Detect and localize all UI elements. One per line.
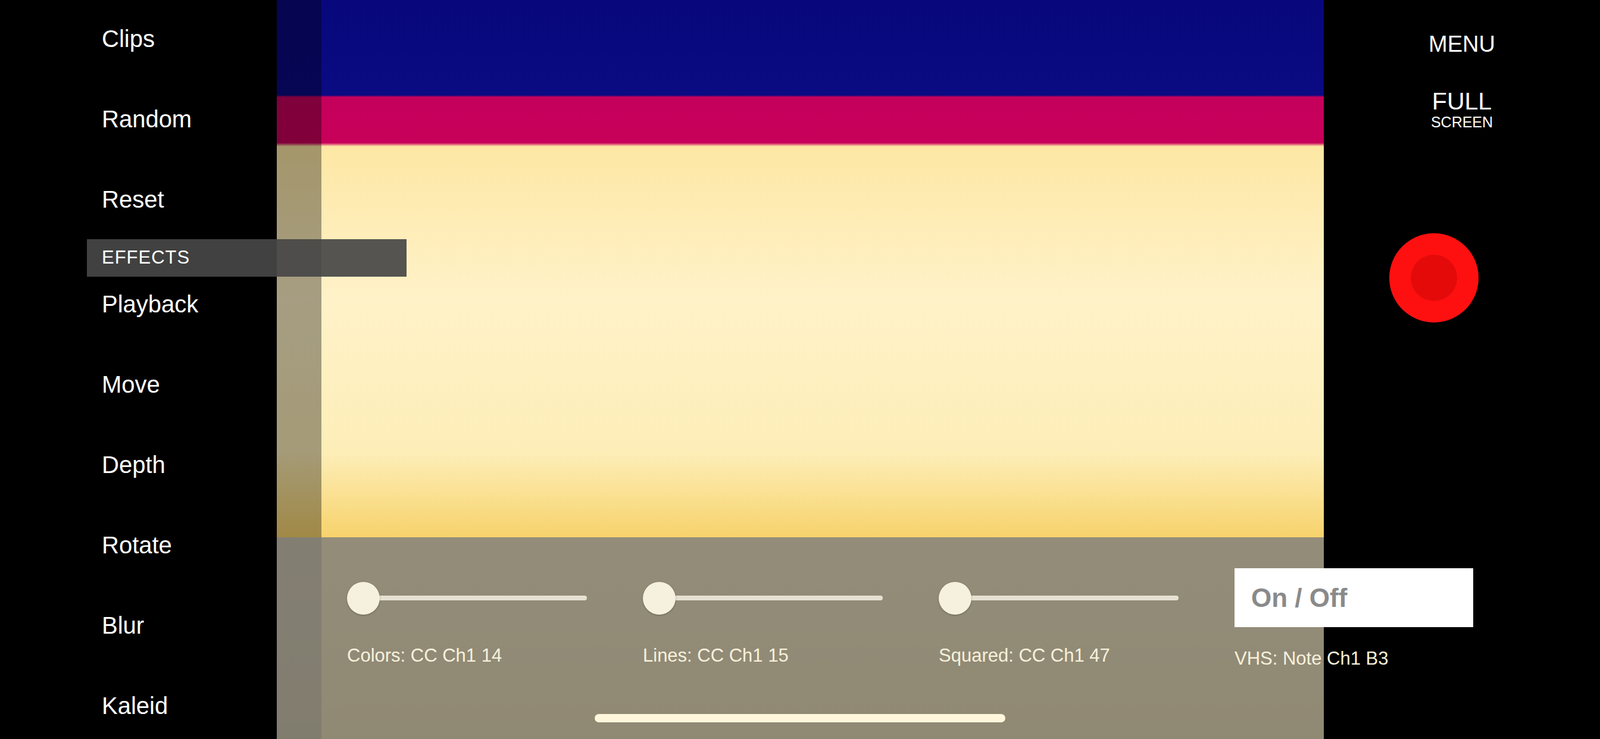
video-area: Colors: CC Ch1 14 Lines: CC Ch1 15 Squared…	[276, 0, 1324, 739]
menu-button[interactable]: MENU	[1323, 27, 1600, 62]
slider-label: Colors: CC Ch1 14	[347, 642, 587, 671]
toggle-label: VHS: Note Ch1 B3	[1234, 645, 1475, 674]
slider-track[interactable]	[642, 595, 883, 601]
sidebar-item[interactable]: Blur	[0, 585, 277, 666]
record-button[interactable]	[1389, 233, 1479, 323]
sidebar-item[interactable]: Rotate	[0, 504, 277, 586]
toggle-control: On / OffVHS: Note Ch1 B3	[1234, 580, 1475, 739]
slider-knob[interactable]	[938, 582, 972, 615]
sidebar-item[interactable]: Depth	[0, 424, 277, 505]
slider-label: Lines: CC Ch1 15	[642, 642, 883, 671]
slider-knob[interactable]	[347, 582, 380, 615]
effect-controls: Colors: CC Ch1 14 Lines: CC Ch1 15 Squared…	[276, 537, 1324, 739]
sidebar-item[interactable]: Reset	[0, 158, 277, 240]
sidebar: ClipsRandomResetEFFECTSPlaybackMoveDepth…	[0, 0, 277, 739]
on-off-button[interactable]: On / Off	[1234, 568, 1474, 628]
sidebar-item[interactable]: Clips	[0, 0, 277, 79]
slider-track[interactable]	[347, 595, 587, 601]
slider-control: Colors: CC Ch1 14	[347, 580, 587, 739]
record-icon	[1410, 254, 1458, 302]
slider-knob[interactable]	[642, 582, 676, 615]
fullscreen-line: SCREEN	[1323, 114, 1600, 130]
right-panel: MENU FULLSCREEN	[1323, 0, 1600, 739]
sidebar-item[interactable]: Random	[0, 78, 277, 159]
section-header: EFFECTS	[86, 239, 407, 277]
home-indicator[interactable]	[594, 714, 1006, 723]
slider-label: Squared: CC Ch1 47	[938, 642, 1179, 671]
fullscreen-line: FULL	[1323, 88, 1600, 115]
fullscreen-button[interactable]: FULLSCREEN	[1323, 88, 1600, 130]
sidebar-item[interactable]: Move	[0, 344, 277, 425]
slider-track[interactable]	[938, 595, 1179, 601]
sidebar-item[interactable]: Kaleid	[0, 665, 277, 739]
